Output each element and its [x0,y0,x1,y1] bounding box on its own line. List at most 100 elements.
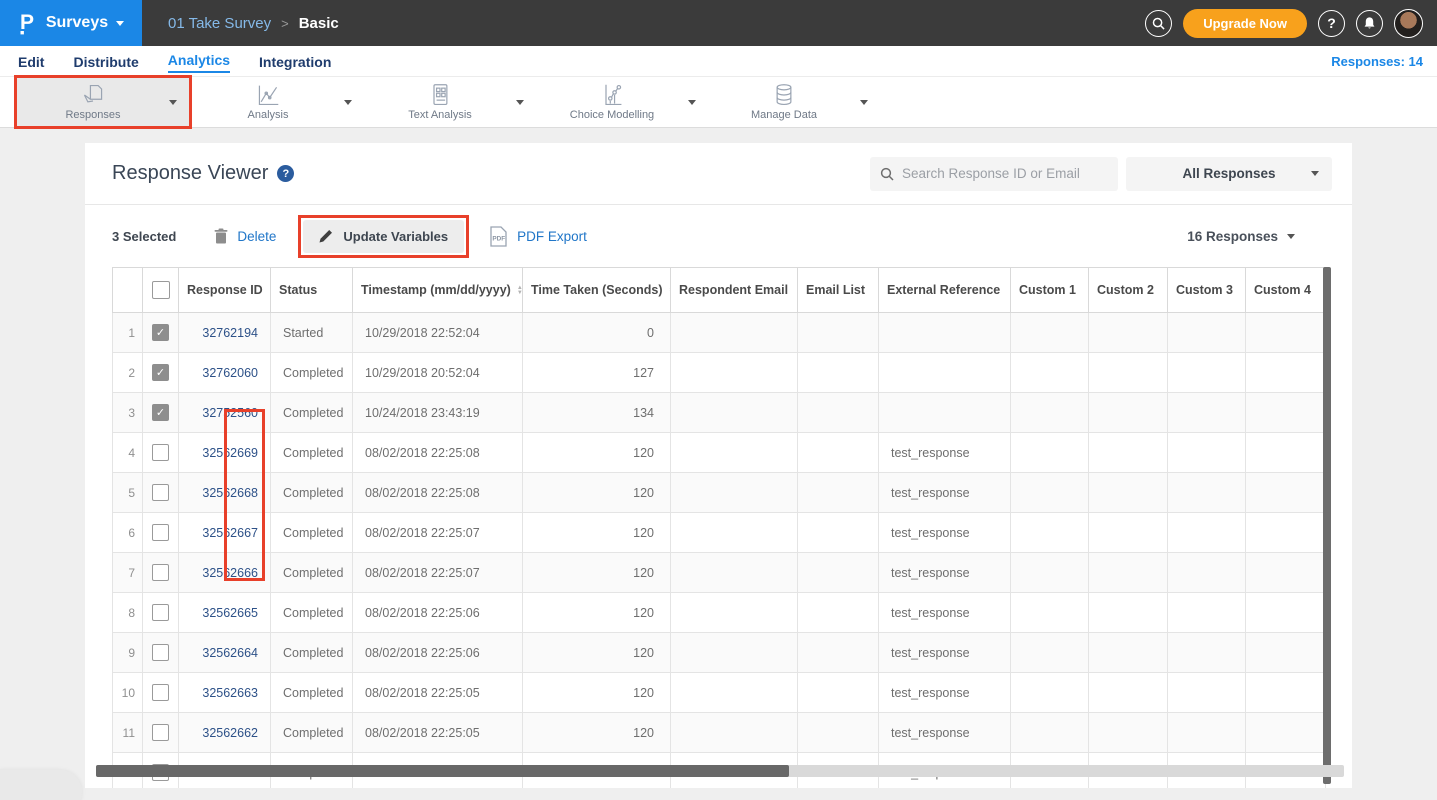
cell-respondent_email [671,513,798,553]
table-row: 432562669Completed08/02/2018 22:25:08120… [113,433,1326,473]
chevron-down-icon[interactable] [688,100,696,105]
row-number: 9 [113,633,143,673]
row-checkbox-cell[interactable]: ✓ [143,313,179,353]
chevron-down-icon[interactable] [860,100,868,105]
row-checkbox[interactable] [152,684,169,701]
cell-id[interactable]: 32562665 [179,593,271,633]
column-label: Custom 3 [1176,283,1233,297]
column-header-timestamp[interactable]: Timestamp (mm/dd/yyyy) ▲▼ [353,268,523,313]
row-checkbox-cell[interactable]: ✓ [143,393,179,433]
chevron-down-icon[interactable] [344,100,352,105]
row-checkbox[interactable] [152,604,169,621]
response-search[interactable] [870,157,1118,191]
cell-id[interactable]: 32562667 [179,513,271,553]
search-button[interactable] [1145,10,1172,37]
pdf-export-button[interactable]: PDF PDF Export [489,226,587,247]
cell-id[interactable]: 32562668 [179,473,271,513]
row-checkbox[interactable] [152,484,169,501]
row-checkbox[interactable] [152,564,169,581]
response-filter-dropdown[interactable]: All Responses [1126,157,1332,191]
cell-id[interactable]: 32562663 [179,673,271,713]
cell-id[interactable]: 32762194 [179,313,271,353]
row-checkbox-cell[interactable] [143,593,179,633]
row-number: 11 [113,713,143,753]
breadcrumb-current: Basic [299,15,339,32]
toolbar-item-choice-modelling[interactable]: Choice Modelling [536,80,708,125]
row-checkbox[interactable]: ✓ [152,364,169,381]
cell-id[interactable]: 32562662 [179,713,271,753]
cell-time_taken: 134 [523,393,671,433]
row-checkbox[interactable] [152,644,169,661]
cell-id[interactable]: 32562666 [179,553,271,593]
toolbar-item-analysis[interactable]: Analysis [192,80,364,125]
nav-tab-distribute[interactable]: Distribute [73,52,138,70]
nav-tab-analytics[interactable]: Analytics [168,50,230,73]
column-label: Timestamp (mm/dd/yyyy) [361,283,511,297]
toolbar-item-text-analysis[interactable]: Text Analysis [364,80,536,125]
search-input[interactable] [902,166,1108,181]
cell-id[interactable]: 32762060 [179,353,271,393]
column-header-id[interactable]: Response ID▲▼ [179,268,271,313]
help-icon[interactable]: ? [277,165,294,182]
toolbar-item-responses[interactable]: Responses [17,78,189,126]
user-avatar[interactable] [1394,9,1423,38]
delete-button[interactable]: Delete [214,228,276,244]
row-checkbox-cell[interactable]: ✓ [143,353,179,393]
row-checkbox-cell[interactable] [143,553,179,593]
product-switcher[interactable]: P Surveys [0,0,142,46]
cell-status: Completed [271,433,353,473]
cell-id[interactable]: 32562669 [179,433,271,473]
row-number: 7 [113,553,143,593]
horizontal-scrollbar-thumb[interactable] [96,765,789,777]
cell-custom4 [1246,713,1326,753]
select-all-checkbox[interactable] [152,281,170,299]
notifications-button[interactable] [1356,10,1383,37]
card-header: Response Viewer ? All Responses [85,143,1352,205]
row-checkbox-cell[interactable] [143,673,179,713]
nav-tab-integration[interactable]: Integration [259,52,331,70]
cell-id[interactable]: 32562664 [179,633,271,673]
cell-custom1 [1011,313,1089,353]
cell-email_list [798,353,879,393]
breadcrumb-survey-name[interactable]: 01 Take Survey [168,15,271,32]
cell-timestamp: 08/02/2018 22:25:06 [353,633,523,673]
column-header-select-all[interactable] [143,268,179,313]
chevron-down-icon[interactable] [169,100,177,105]
column-label: External Reference [887,283,1000,297]
cell-email_list [798,673,879,713]
row-checkbox[interactable]: ✓ [152,404,169,421]
cell-custom1 [1011,633,1089,673]
toolbar-item-label: Responses [65,109,120,121]
cell-timestamp: 08/02/2018 22:25:06 [353,593,523,633]
row-checkbox[interactable] [152,444,169,461]
cell-custom2 [1089,633,1168,673]
row-checkbox-cell[interactable] [143,513,179,553]
cell-email_list [798,713,879,753]
table-row: 832562665Completed08/02/2018 22:25:06120… [113,593,1326,633]
help-button[interactable]: ? [1318,10,1345,37]
update-variables-button[interactable]: Update Variables [303,220,464,253]
vertical-scrollbar[interactable] [1323,267,1331,784]
cell-respondent_email [671,313,798,353]
cell-timestamp: 08/02/2018 22:25:08 [353,433,523,473]
row-checkbox-cell[interactable] [143,633,179,673]
sort-icon[interactable]: ▲▼ [517,286,523,296]
chevron-down-icon[interactable] [516,100,524,105]
row-checkbox[interactable]: ✓ [152,324,169,341]
row-checkbox-cell[interactable] [143,433,179,473]
column-header-time_taken[interactable]: Time Taken (Seconds)▲▼ [523,268,671,313]
trash-icon [214,228,228,244]
row-checkbox-cell[interactable] [143,473,179,513]
row-checkbox-cell[interactable] [143,713,179,753]
nav-tab-edit[interactable]: Edit [18,52,44,70]
horizontal-scrollbar-track[interactable] [96,765,1344,777]
questionpro-logo-icon: P [18,10,38,36]
responses-page-dropdown[interactable]: 16 Responses [1187,229,1295,244]
cell-custom4 [1246,313,1326,353]
upgrade-button[interactable]: Upgrade Now [1183,9,1307,38]
cell-id[interactable]: 32752560 [179,393,271,433]
row-checkbox[interactable] [152,524,169,541]
toolbar-item-manage-data[interactable]: Manage Data [708,80,880,125]
feedback-tab[interactable] [0,770,82,800]
row-checkbox[interactable] [152,724,169,741]
